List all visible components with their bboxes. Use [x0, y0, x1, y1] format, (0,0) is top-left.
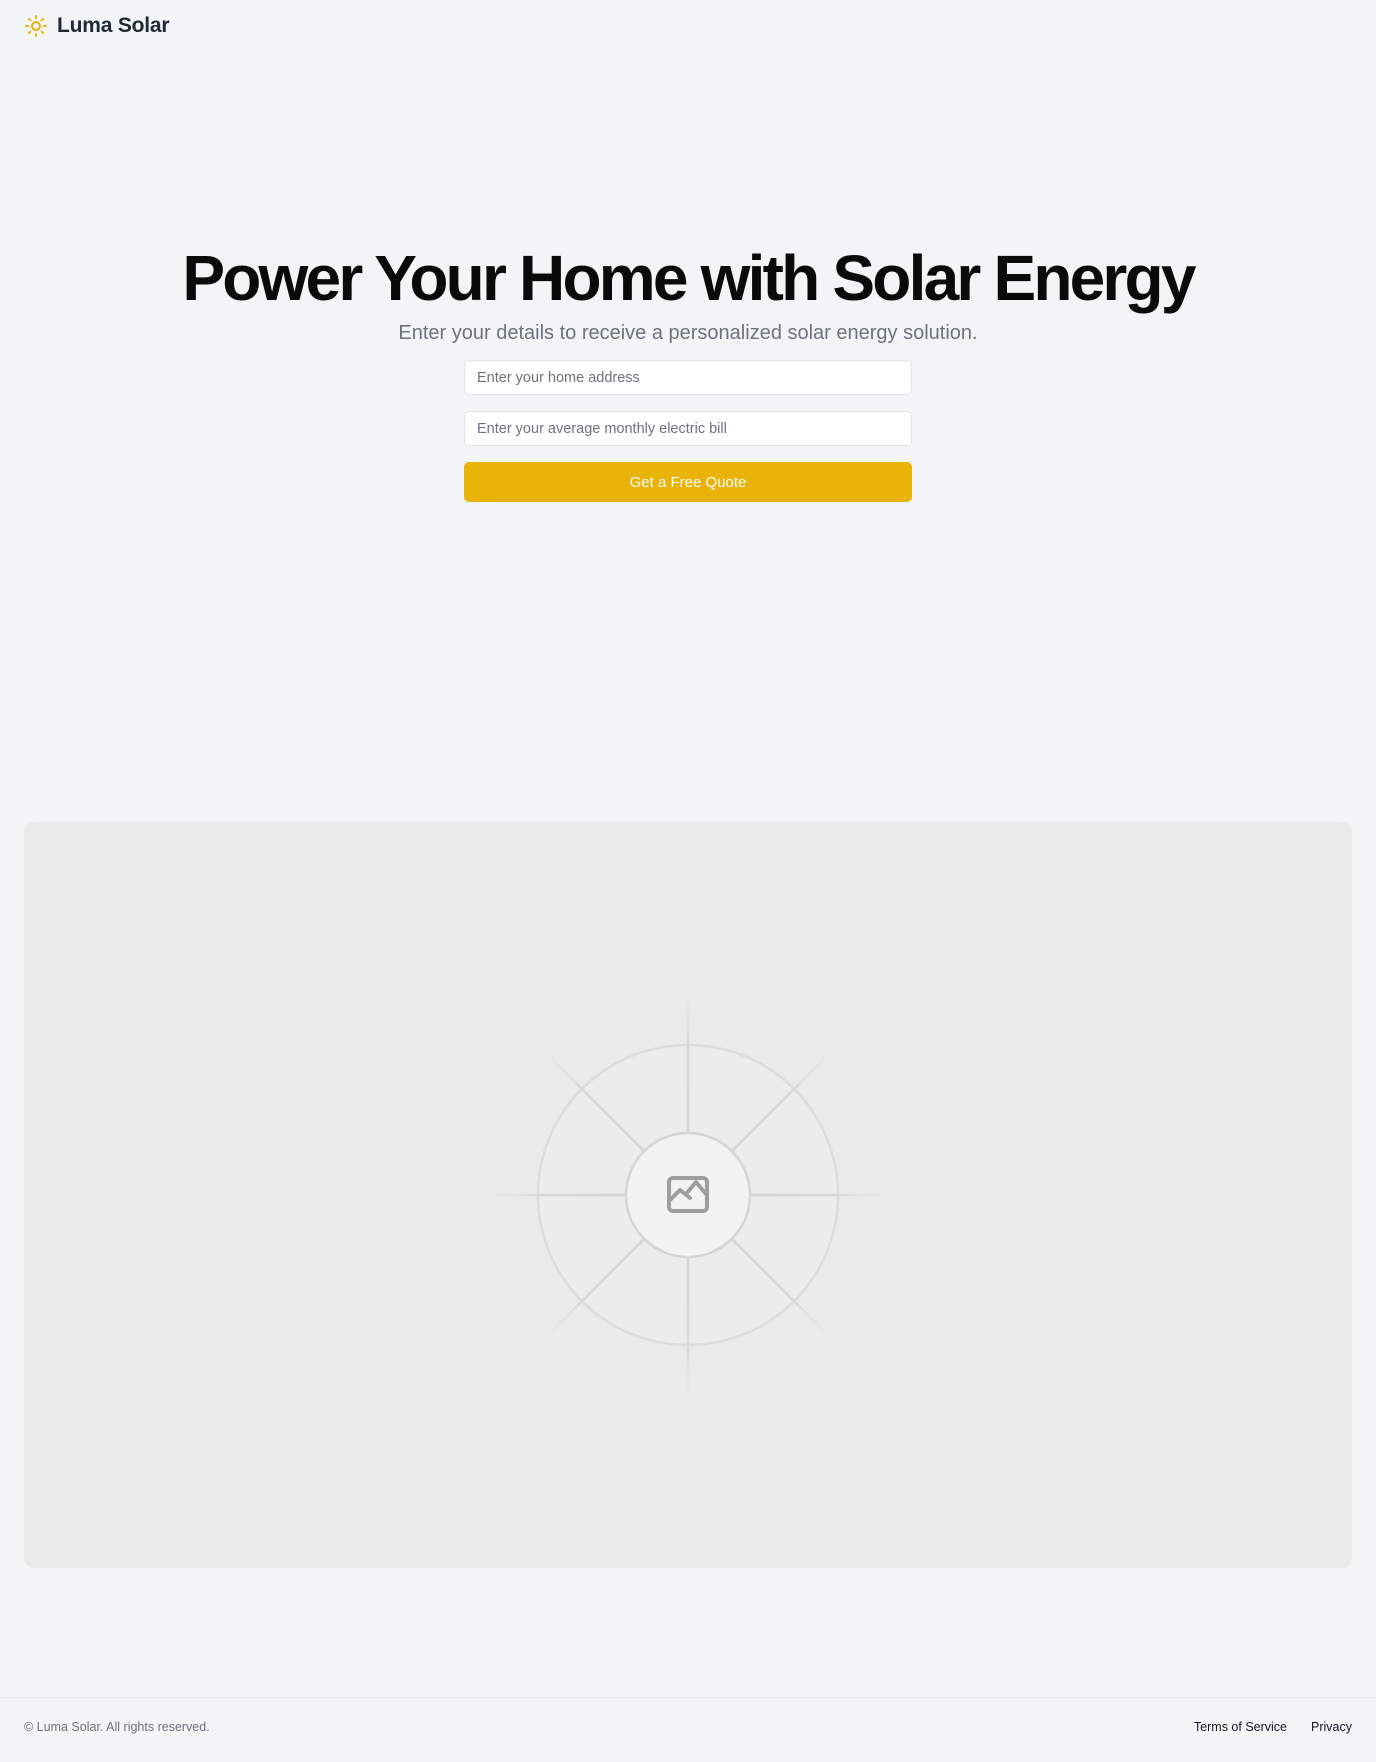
terms-of-service-link[interactable]: Terms of Service: [1194, 1720, 1287, 1734]
privacy-link[interactable]: Privacy: [1311, 1720, 1352, 1734]
placeholder-graphic: [477, 984, 899, 1406]
site-footer: © Luma Solar. All rights reserved. Terms…: [0, 1697, 1376, 1762]
home-address-input[interactable]: [464, 360, 912, 395]
monthly-bill-input[interactable]: [464, 411, 912, 446]
hero-title: Power Your Home with Solar Energy: [182, 242, 1196, 314]
footer-links: Terms of Service Privacy: [1194, 1720, 1352, 1734]
image-placeholder: [24, 822, 1352, 1568]
sun-icon: [25, 15, 47, 37]
copyright-text: © Luma Solar. All rights reserved.: [24, 1720, 210, 1734]
hero-section: Power Your Home with Solar Energy Enter …: [0, 244, 1376, 346]
get-free-quote-button[interactable]: Get a Free Quote: [464, 462, 912, 502]
site-header: Luma Solar: [24, 14, 170, 38]
quote-form: Get a Free Quote: [464, 360, 912, 502]
hero-subtitle: Enter your details to receive a personal…: [398, 322, 978, 344]
brand-name[interactable]: Luma Solar: [57, 14, 170, 38]
